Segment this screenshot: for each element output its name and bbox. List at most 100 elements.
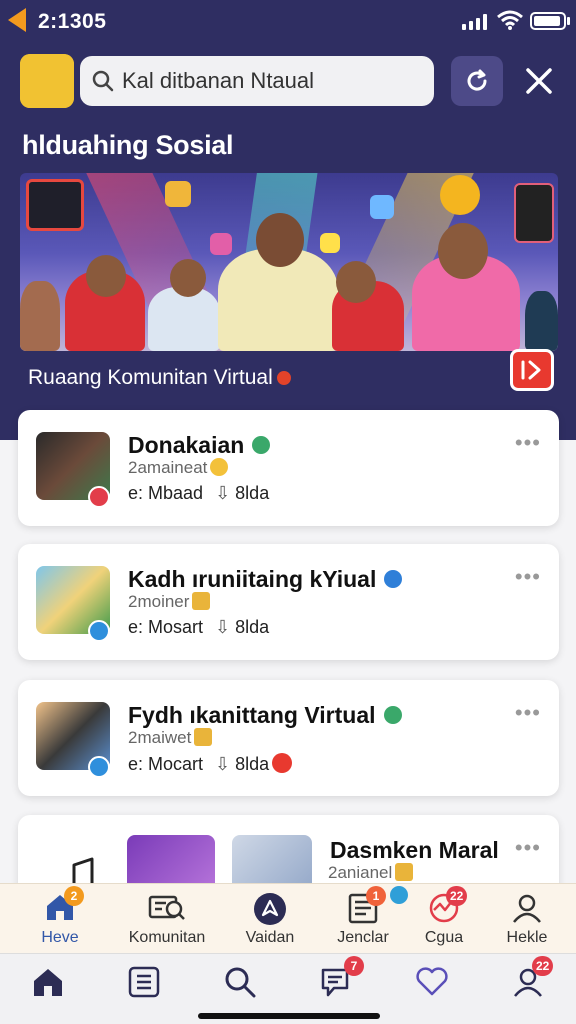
meta-author: e: Mocart: [128, 754, 204, 774]
hero-banner-image[interactable]: [20, 173, 558, 351]
tab-explore[interactable]: Vaidan: [224, 884, 316, 954]
gamepad-graphic: [26, 179, 84, 231]
person-head: [438, 223, 488, 279]
download-icon: ⇩: [215, 754, 231, 774]
notification-badge: 22: [532, 956, 554, 976]
download-icon: ⇩: [215, 483, 231, 503]
signal-icon: [462, 12, 487, 30]
meta-count: 8lda: [235, 483, 270, 503]
thumbnail-badge-icon: [88, 486, 110, 508]
floating-icon: [370, 195, 394, 219]
battery-tip: [567, 17, 570, 25]
meta-author: e: Mosart: [128, 617, 204, 637]
verified-icon: [383, 706, 402, 724]
card-title: Fydh ıkanittang Virtual: [128, 702, 402, 729]
wifi-icon: [497, 10, 523, 30]
speaker-graphic: [514, 183, 554, 243]
notification-badge: 7: [344, 956, 364, 976]
tab-label: Vaidan: [245, 929, 295, 946]
meta-author: e: Mbaad: [128, 483, 204, 503]
card-title: Donakaian: [128, 432, 271, 459]
card-subtitle-text: 2moiner: [128, 592, 190, 611]
caption-emoji-icon: [276, 371, 291, 385]
bottom-tab-home[interactable]: [18, 954, 78, 1024]
list-item[interactable]: Donakaian 2amaineat e: Mbaad ⇩ 8lda •••: [18, 410, 559, 526]
card-title-text: Donakaian: [128, 432, 245, 458]
floating-icon: [165, 181, 191, 207]
hero-caption-text: Ruaang Komunitan Virtual: [28, 366, 273, 389]
person-head: [256, 213, 304, 267]
card-title-text: Fydh ıkanittang Virtual: [128, 702, 376, 728]
list-item[interactable]: Fydh ıkanittang Virtual 2maiwet e: Mocar…: [18, 680, 559, 796]
close-icon: [526, 68, 552, 94]
thumbnail-badge-icon: [88, 620, 110, 642]
play-button[interactable]: [510, 349, 554, 391]
compass-icon: [254, 893, 286, 925]
tab-bar-labeled: 2 Heve Komunitan Vaidan 1 Jenclar 22 Cgu…: [0, 883, 576, 953]
person-figure: [525, 291, 558, 351]
refresh-button[interactable]: [451, 56, 503, 106]
person-head: [336, 261, 376, 303]
home-indicator: [198, 1013, 380, 1019]
tab-label: Hekle: [506, 929, 548, 946]
card-title: Dasmken Maral: [330, 837, 499, 863]
section-title: hlduahing Sosial: [22, 130, 234, 160]
heart-emoji-icon: [272, 753, 293, 773]
card-subtitle: 2amaineat: [128, 458, 229, 478]
tab-profile[interactable]: Hekle: [482, 884, 572, 954]
community-icon: [148, 895, 185, 920]
more-options-icon[interactable]: •••: [515, 566, 541, 588]
card-subtitle: 2anianel: [328, 863, 414, 883]
home-icon: [34, 969, 62, 996]
download-icon: ⇩: [215, 617, 231, 637]
search-bar[interactable]: [80, 56, 434, 106]
card-subtitle-text: 2anianel: [328, 863, 393, 882]
bottom-tab-profile[interactable]: 22: [498, 954, 558, 1024]
tab-documents[interactable]: 1 Jenclar: [316, 884, 410, 954]
refresh-icon: [467, 69, 487, 91]
tab-label: Jenclar: [337, 929, 389, 946]
floating-icon: [210, 233, 232, 255]
tab-community[interactable]: Komunitan: [120, 884, 214, 954]
card-title: Kadh ıruniitaing kYiual: [128, 566, 403, 593]
card-meta: e: Mosart ⇩ 8lda: [128, 617, 269, 638]
more-options-icon[interactable]: •••: [515, 702, 541, 724]
list-icon: [128, 966, 160, 998]
profile-icon: [513, 894, 541, 923]
search-icon: [225, 967, 256, 998]
tab-activity[interactable]: 22 Cgua: [398, 884, 490, 954]
list-item[interactable]: Kadh ıruniitaing kYiual 2moiner e: Mosar…: [18, 544, 559, 660]
floating-icon: [440, 175, 480, 215]
search-input[interactable]: [122, 68, 412, 94]
card-subtitle-text: 2maiwet: [128, 728, 192, 747]
person-head: [86, 255, 126, 297]
card-subtitle: 2maiwet: [128, 728, 213, 748]
card-meta: e: Mbaad ⇩ 8lda: [128, 483, 269, 504]
card-title-text: Kadh ıruniitaing kYiual: [128, 566, 377, 592]
notification-badge: 22: [446, 886, 468, 906]
meta-count: 8lda: [235, 754, 270, 774]
tab-home[interactable]: 2 Heve: [14, 884, 106, 954]
battery-icon: [530, 12, 566, 30]
close-button[interactable]: [518, 60, 560, 102]
star-emoji-icon: [395, 863, 414, 881]
more-options-icon[interactable]: •••: [515, 837, 541, 859]
smile-emoji-icon: [210, 458, 229, 476]
person-figure: [20, 281, 60, 351]
more-options-icon[interactable]: •••: [515, 432, 541, 454]
verified-icon: [384, 570, 403, 588]
status-time: 2:1305: [38, 10, 107, 33]
hero-caption: Ruaang Komunitan Virtual: [28, 366, 291, 390]
avatar-status-badge: [20, 54, 74, 108]
tab-label: Komunitan: [128, 929, 206, 946]
search-icon: [92, 70, 114, 92]
card-meta: e: Mocart ⇩ 8lda: [128, 753, 293, 775]
verified-icon: [252, 436, 271, 454]
meta-count: 8lda: [235, 617, 270, 637]
back-arrow-icon[interactable]: [8, 8, 26, 32]
card-subtitle-text: 2amaineat: [128, 458, 208, 477]
bottom-tab-favorites[interactable]: [402, 954, 462, 1024]
tab-label: Heve: [41, 929, 79, 946]
bottom-tab-list[interactable]: [114, 954, 174, 1024]
card-subtitle: 2moiner: [128, 592, 211, 612]
